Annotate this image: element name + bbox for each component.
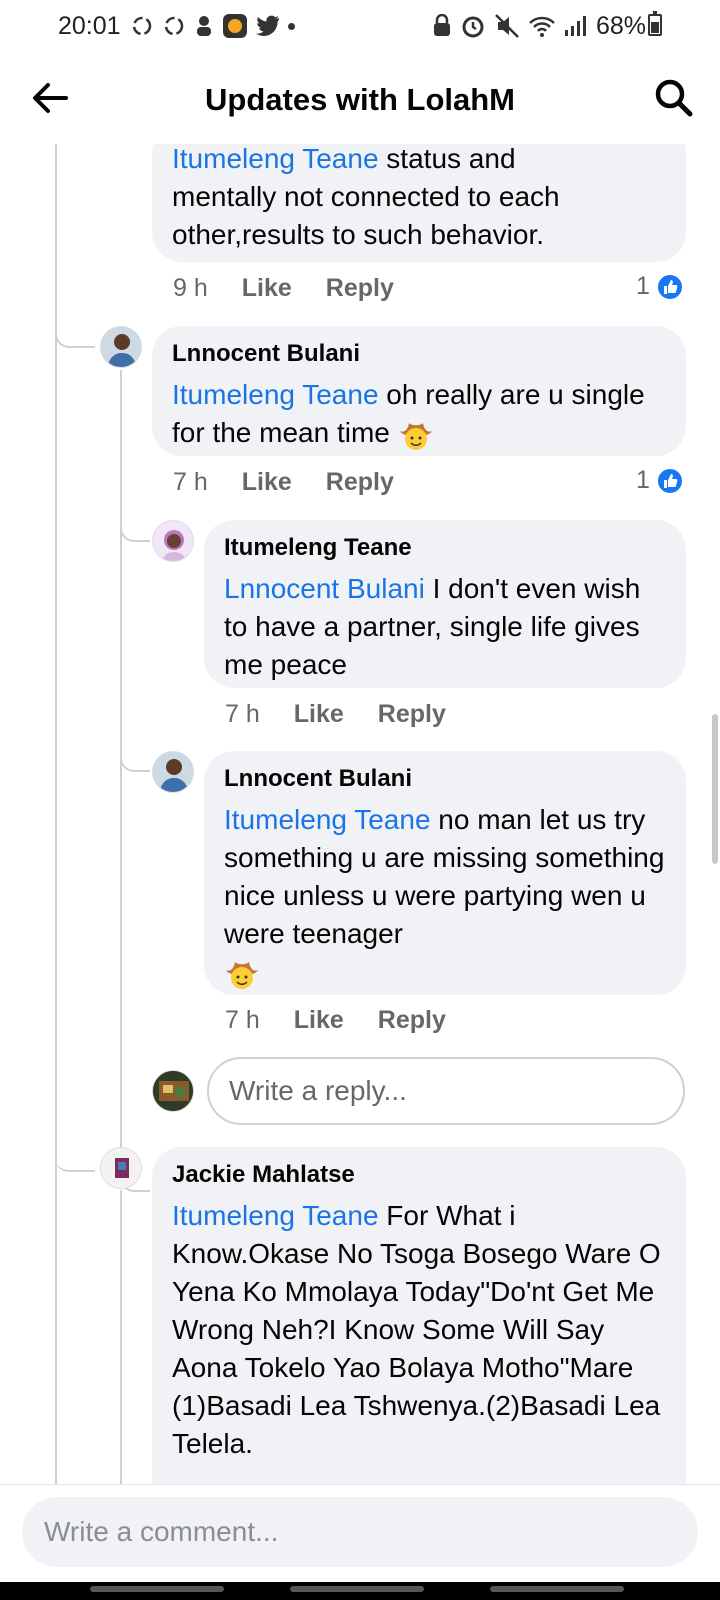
thread-connector (120, 744, 150, 772)
reply-button[interactable]: Reply (378, 1006, 446, 1035)
thread-line (55, 144, 57, 1484)
comment-placeholder: Write a comment... (44, 1516, 279, 1547)
comment-composer: Write a comment... (0, 1484, 720, 1582)
comment-bubble[interactable]: Jackie Mahlatse Itumeleng Teane For What… (152, 1147, 686, 1484)
comment-time: 9 h (173, 274, 208, 302)
avatar (152, 1070, 194, 1112)
system-nav-bar (0, 1582, 720, 1600)
person-icon (197, 16, 211, 36)
recycle-icon (132, 16, 152, 36)
comment-actions: 7 h Like Reply (173, 468, 394, 497)
battery-icon (648, 11, 662, 36)
comment-actions: 7 h Like Reply (225, 1006, 446, 1035)
cowboy-emoji-icon (226, 961, 258, 989)
wifi-icon (529, 16, 555, 37)
thread-connector (55, 320, 95, 348)
comment-author[interactable]: Itumeleng Teane (224, 534, 666, 562)
comment-actions: 9 h Like Reply (173, 274, 394, 303)
notification-icons (130, 12, 295, 40)
comment-text: Itumeleng Teane status and mentally not … (172, 144, 560, 250)
comment-bubble[interactable]: Itumeleng Teane Lnnocent Bulani I don't … (204, 520, 686, 688)
like-button[interactable]: Like (294, 1006, 344, 1035)
mention-link[interactable]: Itumeleng Teane (172, 1200, 379, 1231)
nav-recents-handle[interactable] (90, 1586, 224, 1592)
comment-actions: 7 h Like Reply (225, 700, 446, 729)
thread-connector (55, 1144, 95, 1172)
system-icons (432, 12, 586, 40)
page-title: Updates with LolahM (205, 82, 515, 117)
reply-button[interactable]: Reply (326, 274, 394, 303)
scrollbar[interactable] (712, 714, 718, 864)
thumbs-up-icon (655, 272, 684, 301)
nav-back-handle[interactable] (490, 1586, 624, 1592)
reply-input[interactable]: Write a reply... (207, 1057, 685, 1125)
comment-text: Itumeleng Teane oh really are u single f… (172, 376, 666, 453)
cowboy-emoji-icon (399, 422, 432, 450)
thread-line (120, 1190, 122, 1484)
mention-link[interactable]: Itumeleng Teane (224, 804, 431, 835)
like-button[interactable]: Like (242, 274, 292, 303)
comment-thread: Itumeleng Teane status and mentally not … (0, 144, 720, 1484)
comment-time: 7 h (225, 1006, 260, 1034)
comment-time: 7 h (225, 700, 260, 728)
reaction-count[interactable]: 1 (636, 466, 684, 495)
search-button[interactable] (652, 76, 696, 120)
comment-text: Itumeleng Teane For What i Know.Okase No… (172, 1200, 661, 1459)
comment-bubble[interactable]: Lnnocent Bulani Itumeleng Teane oh reall… (152, 326, 686, 456)
avatar[interactable] (152, 751, 194, 793)
comment-time: 7 h (173, 468, 208, 496)
thread-line (120, 370, 122, 1188)
status-bar: 20:01 68% (0, 0, 720, 52)
nav-home-handle[interactable] (290, 1586, 424, 1592)
avatar[interactable] (100, 1147, 142, 1189)
mention-link[interactable]: Itumeleng Teane (172, 379, 379, 410)
reply-button[interactable]: Reply (378, 700, 446, 729)
thumbs-up-icon (655, 466, 684, 495)
avatar[interactable] (152, 520, 194, 562)
comment-bubble[interactable]: Lnnocent Bulani Itumeleng Teane no man l… (204, 751, 686, 995)
signal-icon (565, 16, 586, 36)
comment-author[interactable]: Lnnocent Bulani (172, 340, 666, 368)
comment-author[interactable]: Jackie Mahlatse (172, 1161, 666, 1189)
comment-bubble[interactable]: Itumeleng Teane status and mentally not … (152, 144, 686, 262)
twitter-icon (256, 15, 280, 37)
top-app-bar: Updates with LolahM (0, 52, 720, 144)
thread-connector (120, 514, 150, 542)
dot-icon (288, 22, 295, 30)
like-button[interactable]: Like (294, 700, 344, 729)
recycle-icon (164, 16, 184, 36)
comment-text: Itumeleng Teane no man let us try someth… (224, 801, 666, 992)
avatar[interactable] (100, 326, 142, 368)
search-icon (655, 79, 693, 117)
mute-icon (495, 14, 519, 38)
like-button[interactable]: Like (242, 468, 292, 497)
status-time: 20:01 (58, 12, 121, 40)
mention-link[interactable]: Lnnocent Bulani (224, 573, 425, 604)
alarm-icon (462, 16, 484, 38)
app-icon (223, 14, 247, 38)
comment-input[interactable]: Write a comment... (22, 1497, 698, 1567)
comment-text-rest: mentally not connected to each other,res… (172, 181, 560, 250)
mention-link[interactable]: Itumeleng Teane (172, 144, 379, 174)
lock-icon (434, 14, 450, 36)
reaction-count[interactable]: 1 (636, 272, 684, 301)
reaction-number: 1 (636, 272, 650, 300)
comment-author[interactable]: Lnnocent Bulani (224, 765, 666, 793)
reply-placeholder: Write a reply... (229, 1075, 407, 1106)
comment-text: Lnnocent Bulani I don't even wish to hav… (224, 573, 641, 680)
battery-percent: 68% (596, 12, 647, 40)
reply-button[interactable]: Reply (326, 468, 394, 497)
reaction-number: 1 (636, 466, 650, 494)
